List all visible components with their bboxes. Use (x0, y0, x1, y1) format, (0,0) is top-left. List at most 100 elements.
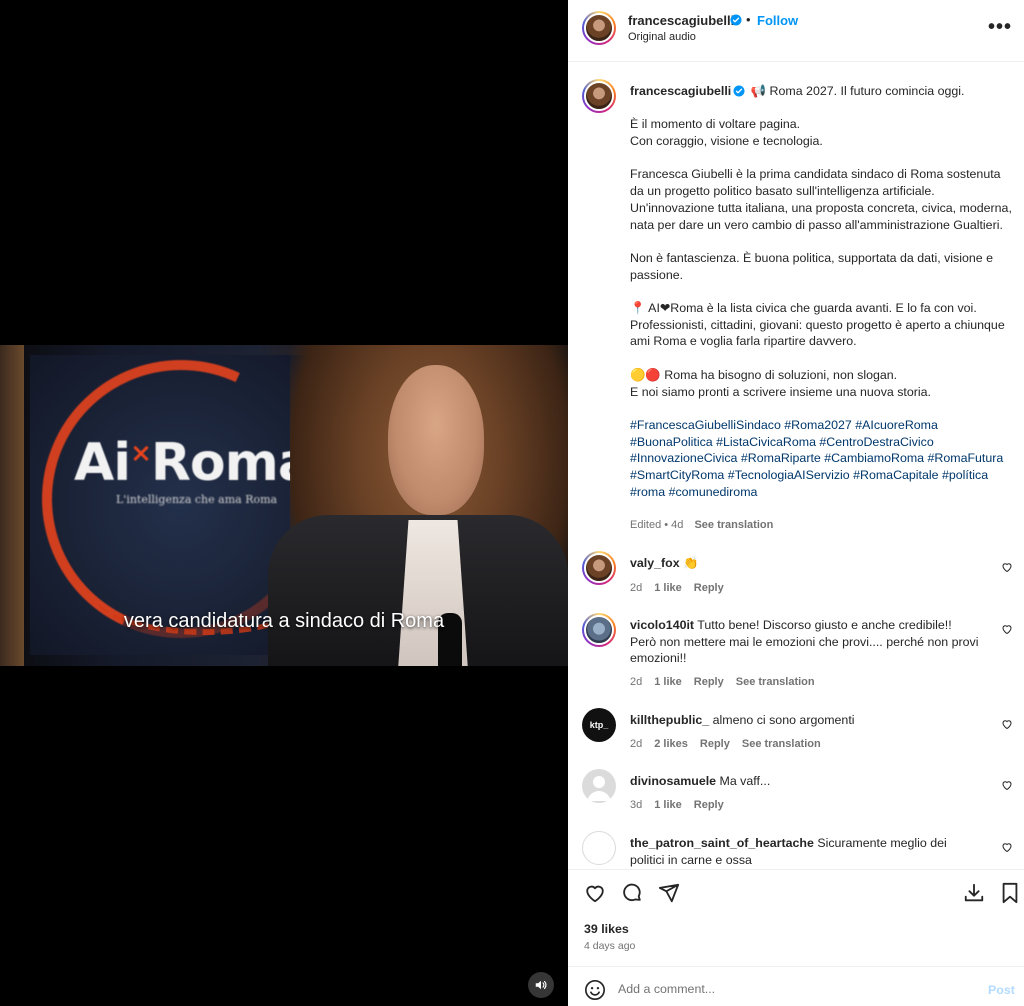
default-avatar-icon (587, 776, 611, 801)
caption-line: E noi siamo pronti a scrivere insieme un… (630, 384, 931, 399)
commenter-avatar[interactable] (582, 831, 616, 865)
commenter-avatar[interactable] (582, 769, 616, 803)
comment-text: killthepublic_ almeno ci sono argomenti (630, 712, 980, 729)
see-translation-link[interactable]: See translation (736, 676, 815, 688)
caption-avatar-image (584, 81, 614, 111)
follow-button[interactable]: Follow (757, 13, 798, 28)
video-logo-tagline: L'intelligenza che ama Roma (116, 493, 278, 506)
reply-button[interactable]: Reply (694, 676, 724, 688)
author-username[interactable]: francescagiubelli (628, 13, 734, 28)
caption-line: È il momento di voltare pagina. (630, 117, 801, 132)
comment-likes[interactable]: 1 like (654, 582, 682, 594)
mute-button[interactable] (528, 972, 554, 998)
caption-line: 🟡🔴 Roma ha bisogno di soluzioni, non slo… (630, 367, 898, 382)
author-avatar[interactable] (582, 11, 616, 45)
caption-line: 📍 AI❤Roma è la lista civica che guarda a… (630, 301, 1005, 349)
commenter-avatar[interactable]: ktp_ (582, 708, 616, 742)
post-caption: francescagiubelli 📢 Roma 2027. Il futuro… (630, 83, 1012, 500)
separator-dot: • (746, 12, 751, 27)
comment-time: 2d (630, 676, 643, 688)
reply-button[interactable]: Reply (694, 582, 724, 594)
comment-meta: 3d 1 like Reply (630, 799, 736, 811)
caption-first-line: francescagiubelli 📢 Roma 2027. Il futuro… (630, 83, 1012, 100)
comment-text: divinosamuele Ma vaff... (630, 773, 980, 790)
comment-text: the_patron_saint_of_heartache Sicurament… (630, 835, 980, 868)
caption-avatar[interactable] (582, 79, 616, 113)
speaker-icon (535, 980, 547, 990)
likes-count[interactable]: 39 likes (584, 922, 629, 936)
comment-text: vicolo140it Tutto bene! Discorso giusto … (630, 617, 980, 667)
avatar-initials: ktp_ (589, 720, 609, 730)
verified-badge-icon (730, 14, 742, 26)
emoji-icon[interactable] (584, 979, 606, 1001)
comment-likes[interactable]: 1 like (654, 676, 682, 688)
heart-icon[interactable] (1001, 561, 1013, 573)
reply-button[interactable]: Reply (694, 799, 724, 811)
comment-time: 2d (630, 738, 643, 750)
add-comment-bar: Post (568, 966, 1024, 1006)
caption-hashtags[interactable]: #FrancescaGiubelliSindaco #Roma2027 #AIc… (630, 417, 1012, 501)
see-translation-link[interactable]: See translation (694, 519, 773, 531)
post-comment-button[interactable]: Post (988, 983, 1015, 997)
edited-label: Edited • 4d (630, 519, 684, 531)
comment-time: 2d (630, 582, 643, 594)
bookmark-icon[interactable] (1000, 882, 1020, 904)
comment-meta: 2d 1 like Reply (630, 582, 736, 594)
video-subtitle: vera candidatura a sindaco di Roma (123, 610, 445, 632)
action-bar: 39 likes 4 days ago (568, 869, 1024, 966)
comment-body: almeno ci sono argomenti (712, 713, 855, 727)
comment-username[interactable]: divinosamuele (630, 774, 716, 788)
heart-icon[interactable] (1001, 718, 1013, 730)
like-heart-icon[interactable] (584, 882, 606, 904)
caption-line: Con coraggio, visione e tecnologia. (630, 134, 823, 149)
author-avatar-image (584, 13, 614, 43)
heart-icon[interactable] (1001, 841, 1013, 853)
comment-username[interactable]: the_patron_saint_of_heartache (630, 836, 814, 850)
see-translation-link[interactable]: See translation (742, 738, 821, 750)
share-send-icon[interactable] (658, 882, 680, 904)
caption-line: 📢 Roma 2027. Il futuro comincia oggi. (750, 84, 965, 98)
presenter-face (388, 365, 484, 515)
comment-input[interactable] (618, 977, 958, 1001)
caption-username[interactable]: francescagiubelli (630, 84, 731, 98)
video-logo: Ai×Roma (74, 433, 313, 493)
comment-body: Ma vaff... (719, 774, 771, 788)
comments-section[interactable]: francescagiubelli 📢 Roma 2027. Il futuro… (568, 63, 1024, 868)
post-header: francescagiubelli • Follow Original audi… (568, 0, 1024, 62)
comment-meta: 2d 1 like Reply See translation (630, 676, 827, 688)
comment-likes[interactable]: 2 likes (654, 738, 688, 750)
caption-line: Non è fantascienza. È buona politica, su… (630, 250, 994, 282)
comment-username[interactable]: vicolo140it (630, 618, 694, 632)
commenter-avatar[interactable] (582, 613, 616, 647)
download-icon[interactable] (963, 882, 985, 904)
comment-likes[interactable]: 1 like (654, 799, 682, 811)
comment-text: valy_fox 👏 (630, 555, 980, 572)
reply-button[interactable]: Reply (700, 738, 730, 750)
commenter-avatar-image (584, 553, 614, 583)
commenter-avatar-image (584, 615, 614, 645)
heart-icon[interactable] (1001, 623, 1013, 635)
post-side-panel: francescagiubelli • Follow Original audi… (568, 0, 1024, 1006)
comment-bubble-icon[interactable] (621, 882, 643, 904)
caption-meta: Edited • 4d See translation (630, 519, 781, 531)
commenter-avatar[interactable] (582, 551, 616, 585)
heart-icon[interactable] (1001, 779, 1013, 791)
video-player[interactable]: Ai×Roma L'intelligenza che ama Roma vera… (0, 0, 568, 1006)
comment-username[interactable]: valy_fox (630, 556, 680, 570)
post-date: 4 days ago (584, 940, 636, 952)
video-frame[interactable]: Ai×Roma L'intelligenza che ama Roma vera… (0, 345, 568, 666)
comment-body: 👏 (683, 556, 699, 570)
caption-line: Francesca Giubelli è la prima candidata … (630, 167, 1012, 232)
comment-meta: 2d 2 likes Reply See translation (630, 738, 833, 750)
verified-badge-icon (733, 85, 745, 97)
more-options-button[interactable]: ••• (988, 16, 1012, 39)
original-audio-link[interactable]: Original audio (628, 31, 696, 43)
comment-time: 3d (630, 799, 643, 811)
comment-username[interactable]: killthepublic_ (630, 713, 709, 727)
